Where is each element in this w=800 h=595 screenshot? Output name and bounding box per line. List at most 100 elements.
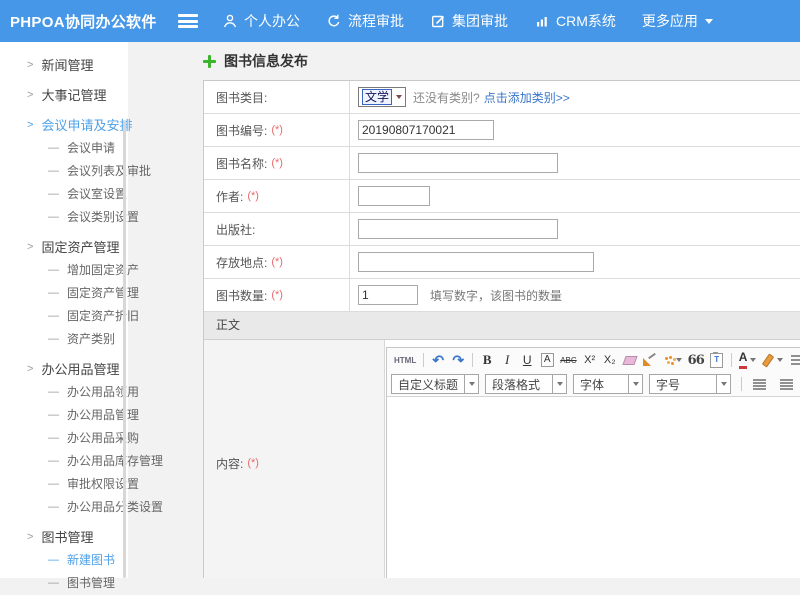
form-row-book-name: 图书名称:(*): [204, 147, 800, 180]
sidebar-item-asset-add[interactable]: —增加固定资产: [0, 259, 128, 282]
superscript-button[interactable]: X²: [581, 352, 599, 369]
rich-text-editor: HTML ↶ ↷ B I U A ABC X² X₂: [386, 347, 800, 578]
paragraph-format-dropdown[interactable]: 段落格式: [485, 374, 567, 394]
eraser-button[interactable]: [621, 352, 639, 369]
top-nav: 个人办公 流程审批 集团审批 CRM系统 更多应用: [222, 11, 739, 31]
sidebar-item-meeting-apply[interactable]: —会议申请: [0, 137, 128, 160]
sidebar-item-approval-permission[interactable]: —审批权限设置: [0, 473, 128, 496]
highlight-color-button[interactable]: [760, 352, 785, 369]
menu-icon[interactable]: [178, 14, 198, 28]
flow-approve-icon: [326, 13, 342, 29]
sidebar-item-supplies-purchase[interactable]: —办公用品采购: [0, 427, 128, 450]
underline-button[interactable]: U: [518, 352, 536, 369]
sidebar-item-supplies-claim[interactable]: —办公用品领用: [0, 381, 128, 404]
dash-icon: —: [48, 137, 59, 160]
publisher-input[interactable]: [358, 219, 558, 239]
italic-button[interactable]: I: [498, 352, 516, 369]
category-hint: 还没有类别?: [413, 89, 480, 106]
field-label: 出版社:: [204, 213, 350, 245]
bold-button[interactable]: B: [478, 352, 496, 369]
dash-icon: —: [48, 206, 59, 229]
app-logo[interactable]: PHPOA协同办公软件: [10, 11, 178, 32]
sidebar-item-asset-mgmt[interactable]: >固定资产管理: [0, 236, 128, 259]
sidebar-item-book-manage[interactable]: —图书管理: [0, 572, 128, 595]
chevron-right-icon: >: [27, 84, 33, 107]
sidebar-item-meeting-room[interactable]: —会议室设置: [0, 183, 128, 206]
editor-content[interactable]: [387, 396, 800, 578]
dash-icon: —: [48, 450, 59, 473]
quantity-input[interactable]: [358, 285, 418, 305]
nav-flow-approval[interactable]: 流程审批: [326, 11, 404, 31]
sidebar-item-asset-depreciation[interactable]: —固定资产折旧: [0, 305, 128, 328]
dash-icon: —: [48, 496, 59, 519]
redo-button[interactable]: ↷: [449, 352, 467, 369]
form-row-content: 内容: (*) HTML ↶ ↷ B I U A ABC: [204, 340, 800, 578]
dash-icon: —: [48, 282, 59, 305]
category-select[interactable]: 文学: [358, 87, 406, 107]
strikethrough-button[interactable]: ABC: [558, 352, 578, 369]
sidebar-item-meeting-mgmt[interactable]: >会议申请及安排: [0, 114, 128, 137]
chevron-right-icon: >: [27, 358, 33, 381]
field-label: 作者:(*): [204, 180, 350, 212]
html-source-button[interactable]: HTML: [392, 352, 418, 369]
field-label: 内容: (*): [204, 340, 385, 578]
format-brush-button[interactable]: [661, 352, 684, 369]
sidebar-item-book-new[interactable]: —新建图书: [0, 549, 128, 572]
sidebar-item-news-mgmt[interactable]: >新闻管理: [0, 54, 128, 77]
bar-chart-icon: [534, 13, 550, 29]
sidebar-item-asset-manage[interactable]: —固定资产管理: [0, 282, 128, 305]
page-header: 图书信息发布: [203, 51, 308, 71]
toolbar-separator: [731, 353, 732, 367]
undo-button[interactable]: ↶: [429, 352, 447, 369]
nav-personal-office[interactable]: 个人办公: [222, 11, 300, 31]
dropdown-arrow: [628, 375, 642, 393]
blockquote-button[interactable]: 66: [686, 352, 706, 369]
form-row-category: 图书类目: 文学 还没有类别? 点击添加类别>>: [204, 81, 800, 114]
font-size-dropdown[interactable]: 字号: [649, 374, 731, 394]
dash-icon: —: [48, 160, 59, 183]
sidebar-item-meeting-list[interactable]: —会议列表及审批: [0, 160, 128, 183]
sidebar: >新闻管理 >大事记管理 >会议申请及安排 —会议申请 —会议列表及审批 —会议…: [0, 42, 128, 578]
sidebar-item-asset-category[interactable]: —资产类别: [0, 328, 128, 351]
subscript-button[interactable]: X₂: [601, 352, 619, 369]
heading-dropdown[interactable]: 自定义标题: [391, 374, 479, 394]
align-left-icon: [753, 379, 766, 390]
dash-icon: —: [48, 404, 59, 427]
sidebar-item-supplies-category[interactable]: —办公用品分类设置: [0, 496, 128, 519]
dash-icon: —: [48, 572, 59, 595]
sidebar-item-supplies-mgmt[interactable]: >办公用品管理: [0, 358, 128, 381]
add-category-link[interactable]: 点击添加类别>>: [484, 89, 570, 106]
ordered-list-icon: [791, 355, 800, 366]
category-selected-value: 文学: [362, 89, 392, 105]
align-left-button[interactable]: [747, 376, 772, 393]
storage-location-input[interactable]: [358, 252, 594, 272]
nav-crm-system[interactable]: CRM系统: [534, 11, 616, 31]
sidebar-item-supplies-manage[interactable]: —办公用品管理: [0, 404, 128, 427]
sidebar-item-meeting-category[interactable]: —会议类别设置: [0, 206, 128, 229]
paste-text-button[interactable]: [708, 352, 726, 369]
sidebar-item-supplies-inventory[interactable]: —办公用品库存管理: [0, 450, 128, 473]
toolbar-separator: [423, 353, 424, 367]
font-family-dropdown[interactable]: 字体: [573, 374, 643, 394]
clear-format-button[interactable]: [641, 352, 659, 369]
chevron-right-icon: >: [27, 114, 33, 137]
sidebar-scrollbar[interactable]: [123, 120, 126, 578]
editor-toolbar-row2: 自定义标题 段落格式 字体 字号: [387, 372, 800, 396]
nav-group-approval[interactable]: 集团审批: [430, 11, 508, 31]
align-center-button[interactable]: [774, 376, 799, 393]
author-input[interactable]: [358, 186, 430, 206]
font-color-button[interactable]: A: [737, 352, 759, 369]
dash-icon: —: [48, 183, 59, 206]
highlighter-icon: [762, 353, 774, 367]
dropdown-arrow: [716, 375, 730, 393]
eraser-icon: [622, 356, 637, 365]
nav-more-apps[interactable]: 更多应用: [642, 11, 713, 31]
book-number-input[interactable]: [358, 120, 494, 140]
required-mark: (*): [247, 457, 259, 469]
char-border-button[interactable]: A: [541, 353, 554, 367]
sidebar-item-book-mgmt[interactable]: >图书管理: [0, 526, 128, 549]
sidebar-item-events-mgmt[interactable]: >大事记管理: [0, 84, 128, 107]
caret-down-icon: [469, 382, 475, 386]
book-name-input[interactable]: [358, 153, 558, 173]
ordered-list-button[interactable]: [787, 352, 800, 369]
